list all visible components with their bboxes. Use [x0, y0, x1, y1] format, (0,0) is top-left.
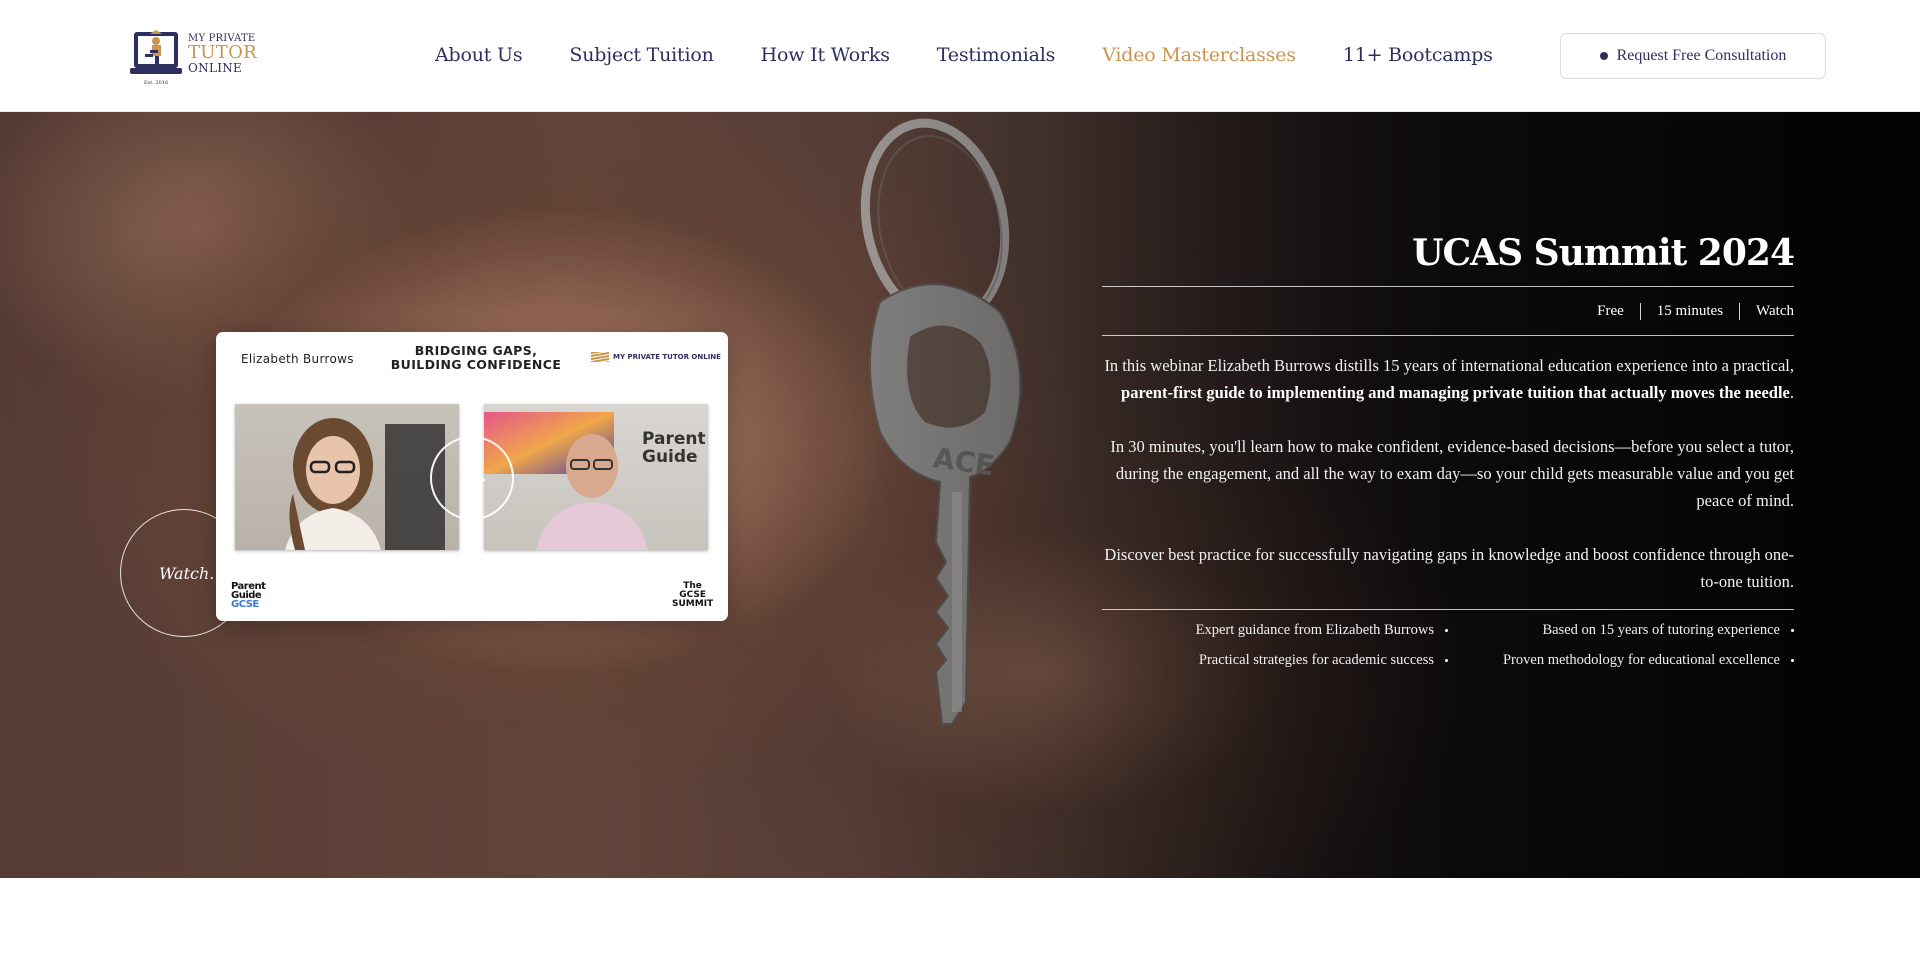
para1-emphasis: parent-first guide to implementing and m… — [1121, 383, 1790, 402]
brand-stripes-icon — [591, 352, 609, 362]
host-frame-logo-line-2: Guide — [642, 447, 698, 467]
description-paragraph-1: In this webinar Elizabeth Burrows distil… — [1102, 352, 1794, 406]
feature-list: Expert guidance from Elizabeth Burrows B… — [1102, 610, 1794, 680]
para1-start: In this webinar Elizabeth Burrows distil… — [1104, 356, 1794, 375]
presenter-portrait-image — [285, 418, 445, 550]
nav-video-masterclasses[interactable]: Video Masterclasses — [1102, 44, 1296, 66]
meta-price: Free — [1581, 302, 1641, 320]
gcse-summit-logo: The GCSE SUMMIT — [672, 582, 713, 609]
video-thumbnail[interactable]: Elizabeth Burrows BRIDGING GAPS, BUILDIN… — [216, 332, 728, 621]
masterclass-details: UCAS Summit 2024 Free 15 minutes Watch I… — [1102, 232, 1795, 680]
divider — [1102, 335, 1794, 336]
parent-guide-line-3: GCSE — [231, 599, 259, 610]
logo-wordmark: MY PRIVATE TUTOR ONLINE — [188, 34, 257, 75]
feature-item: Based on 15 years of tutoring experience — [1448, 620, 1794, 640]
feature-item: Practical strategies for academic succes… — [1102, 650, 1448, 670]
description-paragraph-3: Discover best practice for successfully … — [1104, 545, 1794, 591]
video-title-line-2: BUILDING CONFIDENCE — [390, 357, 562, 372]
watch-label: Watch. — [159, 563, 215, 583]
feature-item: Proven methodology for educational excel… — [1448, 650, 1794, 670]
video-brand-logo: MY PRIVATE TUTOR ONLINE — [591, 352, 721, 362]
presenter-video-frame — [235, 404, 459, 550]
para1-end: . — [1789, 383, 1794, 402]
feature-item: Expert guidance from Elizabeth Burrows — [1102, 620, 1448, 640]
host-portrait-image: Parent Guide — [484, 412, 706, 550]
hero-section: ACE Watch. Elizabeth Burrows BRIDGING GA… — [0, 112, 1920, 878]
play-icon[interactable] — [430, 436, 514, 520]
video-brand-text: MY PRIVATE TUTOR ONLINE — [613, 353, 721, 361]
nav-testimonials[interactable]: Testimonials — [937, 44, 1056, 66]
video-presenter-name: Elizabeth Burrows — [241, 352, 354, 366]
meta-watch[interactable]: Watch — [1740, 303, 1794, 320]
summit-line-3: SUMMIT — [672, 599, 714, 609]
description-paragraph-2: In 30 minutes, you'll learn how to make … — [1110, 437, 1794, 510]
video-title: BRIDGING GAPS, BUILDING CONFIDENCE — [376, 344, 576, 372]
host-video-frame: Parent Guide — [484, 404, 708, 550]
meta-duration: 15 minutes — [1641, 302, 1741, 320]
bullet-dot-icon — [1599, 52, 1608, 60]
logo-line-2: TUTOR — [188, 42, 257, 63]
request-consultation-button[interactable]: Request Free Consultation — [1560, 33, 1826, 79]
nav-how-it-works[interactable]: How It Works — [761, 44, 890, 66]
cta-label: Request Free Consultation — [1616, 47, 1787, 64]
parent-guide-logo: Parent Guide GCSE — [231, 582, 266, 610]
laptop-tutor-icon: Est. 2016 — [130, 24, 184, 86]
main-nav: About Us Subject Tuition How It Works Te… — [435, 44, 1540, 66]
nav-11-plus-bootcamps[interactable]: 11+ Bootcamps — [1343, 44, 1493, 66]
nav-subject-tuition[interactable]: Subject Tuition — [569, 44, 713, 66]
logo-line-3: ONLINE — [188, 61, 243, 75]
host-frame-logo-line-1: Parent — [642, 429, 706, 449]
logo-established: Est. 2016 — [144, 80, 169, 86]
site-header: Est. 2016 MY PRIVATE TUTOR ONLINE About … — [0, 0, 1920, 112]
video-title-line-1: BRIDGING GAPS, — [414, 343, 538, 358]
masterclass-meta: Free 15 minutes Watch — [1102, 287, 1794, 335]
nav-about-us[interactable]: About Us — [435, 44, 523, 66]
site-logo[interactable]: Est. 2016 MY PRIVATE TUTOR ONLINE — [130, 24, 257, 88]
masterclass-title: UCAS Summit 2024 — [1412, 232, 1795, 274]
